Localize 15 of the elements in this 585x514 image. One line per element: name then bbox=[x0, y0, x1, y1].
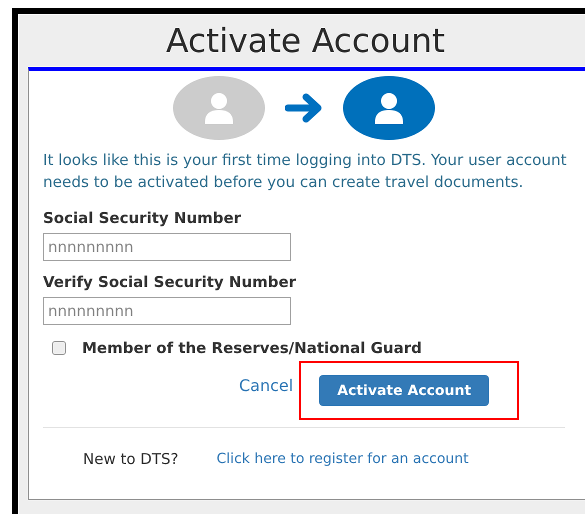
ssn-field[interactable]: nnnnnnnnn bbox=[43, 297, 291, 325]
user-icon bbox=[343, 76, 435, 140]
field-label: Verify Social Security Number bbox=[43, 273, 298, 291]
ssn-field[interactable]: nnnnnnnnn bbox=[43, 233, 291, 261]
dialog-title: Activate Account bbox=[165, 20, 446, 62]
user-icon bbox=[173, 76, 265, 140]
checkbox[interactable] bbox=[52, 341, 66, 355]
info-message: It looks like this is your first time logging into DTS. Your user account needs to be activated before you can create travel documents. bbox=[43, 150, 568, 193]
cancel-link[interactable]: Cancel bbox=[239, 376, 294, 395]
checkbox-label: Member of the Reserves/National Guard bbox=[82, 339, 422, 357]
arrow-icon bbox=[285, 93, 323, 123]
register-link[interactable]: Click here to register for an account bbox=[216, 451, 469, 467]
activate-button[interactable]: Activate Account bbox=[319, 375, 490, 406]
field-label: Social Security Number bbox=[43, 209, 242, 227]
footer-prompt: New to DTS? bbox=[83, 450, 179, 468]
